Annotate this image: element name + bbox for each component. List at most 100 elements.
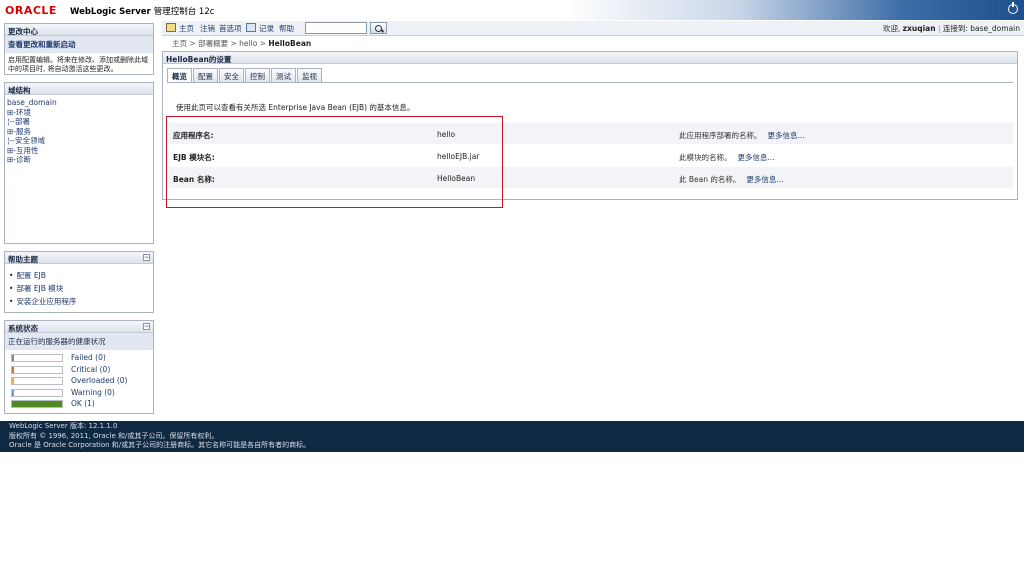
home-link[interactable]: 主页 [179, 23, 194, 34]
view-changes-link[interactable]: 查看更改和重新启动 [5, 36, 153, 53]
field-help: 此应用程序部署的名称。 更多信息... [679, 130, 805, 141]
breadcrumb-hello[interactable]: hello [239, 39, 257, 48]
preferences-link[interactable]: 首选项 [219, 23, 242, 34]
tab-overview[interactable]: 概览 [167, 68, 192, 82]
app-header: ORACLE WebLogic Server 管理控制台 12c [0, 0, 1024, 20]
collapse-icon[interactable]: − [143, 323, 150, 330]
tree-item-label[interactable]: 安全领域 [15, 136, 45, 145]
product-name: WebLogic Server 管理控制台 12c [70, 5, 214, 17]
tab-control[interactable]: 控制 [245, 68, 270, 82]
home-icon[interactable] [166, 23, 176, 32]
status-label[interactable]: Overloaded (0) [71, 376, 127, 385]
status-row-critical: Critical (0) [9, 364, 153, 376]
status-bar-fill [12, 378, 14, 384]
search-input[interactable] [305, 22, 367, 34]
help-topics-list: 配置 EJB 部署 EJB 模块 安装企业应用程序 [5, 264, 153, 313]
tree-item-label[interactable]: 互用性 [16, 146, 39, 155]
status-row-failed: Failed (0) [9, 352, 153, 364]
settings-panel: HelloBean的设置 概览 配置 安全 控制 测试 监视 使用此页可以查看有… [162, 51, 1018, 200]
status-label[interactable]: OK (1) [71, 399, 95, 408]
field-label: Bean 名称: [173, 175, 215, 184]
help-link[interactable]: 帮助 [279, 23, 294, 34]
product-name-main: WebLogic Server [70, 7, 151, 17]
record-link[interactable]: 记录 [259, 23, 274, 34]
status-bar-fill [12, 355, 14, 361]
tree-item-services[interactable]: ⊞-服务 [7, 127, 151, 137]
status-bar-fill [12, 401, 62, 407]
tree-item-security-realms[interactable]: ¦--安全领域 [7, 136, 151, 146]
tree-item-diagnostics[interactable]: ⊞-诊断 [7, 155, 151, 165]
record-icon[interactable] [246, 23, 256, 32]
intro-text: 使用此页可以查看有关所选 Enterprise Java Bean (EJB) … [176, 103, 415, 112]
domain-name: base_domain [970, 24, 1020, 33]
tab-configuration[interactable]: 配置 [193, 68, 218, 82]
connected-prefix: 连接到: [942, 24, 968, 33]
tree-item-interoperability[interactable]: ⊞-互用性 [7, 146, 151, 156]
tree-expand-icon[interactable]: ⊞- [7, 108, 16, 117]
domain-tree: base_domain ⊞-环境 ¦--部署 ⊞-服务 ¦--安全领域 ⊞-互用… [5, 95, 153, 168]
power-icon[interactable] [1008, 2, 1018, 14]
status-row-overloaded: Overloaded (0) [9, 375, 153, 387]
page-title: HelloBean的设置 [163, 52, 1017, 64]
tree-expand-icon[interactable]: ⊞- [7, 146, 16, 155]
status-label[interactable]: Warning (0) [71, 388, 115, 397]
status-row-warning: Warning (0) [9, 387, 153, 399]
breadcrumb-sep: > [230, 39, 237, 48]
status-bar [11, 365, 63, 374]
system-status-heading: 正在运行的服务器的健康状况 [5, 333, 153, 350]
system-status-title-text: 系统状态 [8, 324, 38, 333]
more-info-link[interactable]: 更多信息... [768, 131, 805, 140]
help-topic-configure-ejb[interactable]: 配置 EJB [9, 269, 149, 282]
tree-item-label[interactable]: 服务 [16, 127, 31, 136]
breadcrumb-home[interactable]: 主页 [172, 39, 187, 48]
help-topic-deploy-ejb[interactable]: 部署 EJB 模块 [9, 282, 149, 295]
tree-root-base-domain[interactable]: base_domain [7, 98, 151, 108]
breadcrumb-sep: > [259, 39, 266, 48]
status-label[interactable]: Failed (0) [71, 353, 106, 362]
toolbar: 主页 注销 首选项 记录 帮助 欢迎, zxuqian | 连接到: base_… [162, 21, 1024, 36]
logout-link[interactable]: 注销 [200, 23, 215, 34]
status-label[interactable]: Critical (0) [71, 365, 110, 374]
breadcrumb-current: HelloBean [268, 39, 312, 48]
change-center-panel: 更改中心 查看更改和重新启动 启用配置编辑。将来在修改、添加或删除此域中的项目时… [4, 23, 154, 75]
more-info-link[interactable]: 更多信息... [746, 175, 783, 184]
change-center-title: 更改中心 [5, 24, 153, 36]
field-label: 应用程序名: [173, 131, 214, 140]
breadcrumb-sep: > [189, 39, 196, 48]
tab-testing[interactable]: 测试 [271, 68, 296, 82]
tree-item-deployments[interactable]: ¦--部署 [7, 117, 151, 127]
table-row: EJB 模块名: helloEJB.jar 此模块的名称。 更多信息... [169, 145, 1013, 167]
tree-expand-icon[interactable]: ⊞- [7, 155, 16, 164]
footer-trademark: Oracle 是 Oracle Corporation 和/或其子公司的注册商标… [9, 441, 311, 449]
help-topics-panel: 帮助主题 − 配置 EJB 部署 EJB 模块 安装企业应用程序 [4, 251, 154, 313]
help-topic-install-app[interactable]: 安装企业应用程序 [9, 295, 149, 308]
tab-security[interactable]: 安全 [219, 68, 244, 82]
footer: WebLogic Server 版本: 12.1.1.0 版权所有 © 1996… [0, 421, 1024, 452]
status-bar-fill [12, 389, 14, 396]
system-status-panel: 系统状态 − 正在运行的服务器的健康状况 Failed (0) Critical… [4, 320, 154, 414]
search-button[interactable] [370, 22, 387, 34]
more-info-link[interactable]: 更多信息... [738, 153, 775, 162]
system-status-title: 系统状态 − [5, 321, 153, 333]
tree-item-label[interactable]: 诊断 [16, 155, 31, 164]
help-topics-title: 帮助主题 − [5, 252, 153, 264]
status-rows: Failed (0) Critical (0) Overloaded (0) W… [5, 350, 153, 410]
tree-item-environment[interactable]: ⊞-环境 [7, 108, 151, 118]
tree-branch-icon: ¦-- [7, 136, 15, 145]
collapse-icon[interactable]: − [143, 254, 150, 261]
tree-expand-icon[interactable]: ⊞- [7, 127, 16, 136]
field-value: HelloBean [437, 174, 476, 183]
domain-structure-panel: 域结构 base_domain ⊞-环境 ¦--部署 ⊞-服务 ¦--安全领域 … [4, 82, 154, 244]
field-help: 此模块的名称。 更多信息... [679, 152, 775, 163]
tree-item-label[interactable]: 部署 [15, 117, 30, 126]
status-bar [11, 400, 63, 408]
field-help-text: 此应用程序部署的名称。 [679, 131, 762, 140]
breadcrumb-deployments[interactable]: 部署概要 [198, 39, 228, 48]
tab-divider [167, 82, 1013, 83]
tree-item-label[interactable]: 环境 [16, 108, 31, 117]
field-help: 此 Bean 的名称。 更多信息... [679, 174, 784, 185]
tab-monitoring[interactable]: 监视 [297, 68, 322, 82]
change-center-description: 启用配置编辑。将来在修改、添加或删除此域中的项目时, 将自动激活这些更改。 [8, 56, 148, 73]
product-name-sub: 管理控制台 12c [153, 7, 215, 17]
help-topics-title-text: 帮助主题 [8, 255, 38, 264]
